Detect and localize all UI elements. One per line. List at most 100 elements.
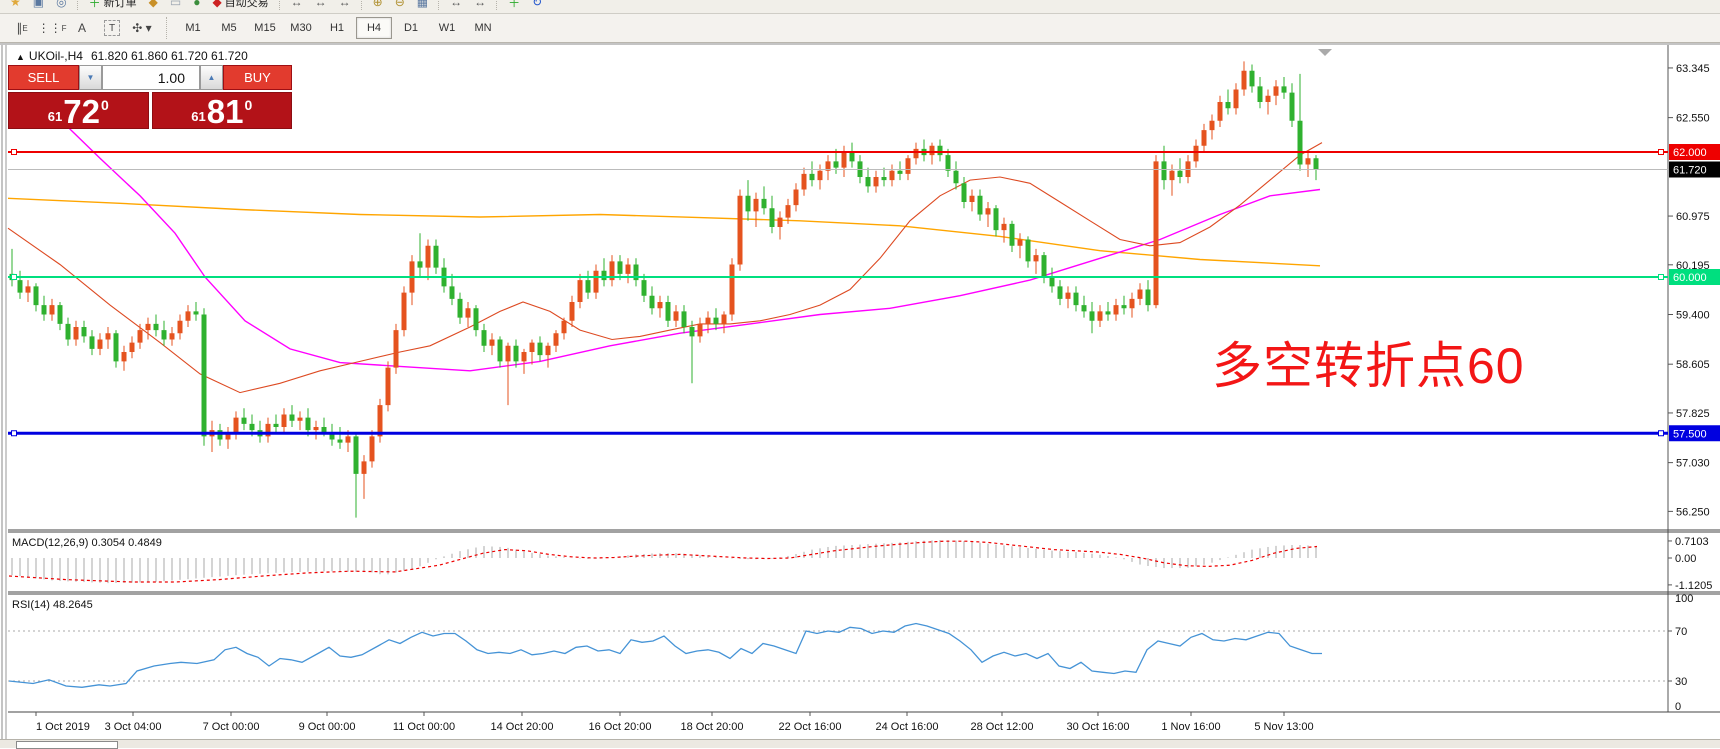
collapse-triangle-icon[interactable]: ▲ <box>16 52 25 62</box>
zoom-out-icon[interactable]: ⊖ <box>389 0 411 12</box>
sell-price-big: 72 <box>63 97 100 127</box>
autotrading-icon-label: 自动交易 <box>225 0 269 10</box>
market-icon[interactable]: ● <box>187 0 206 12</box>
toolbar-separator <box>279 0 281 10</box>
ma-slow-orange <box>8 198 1320 265</box>
sell-price-sup: 0 <box>101 97 109 113</box>
svg-text:22 Oct 16:00: 22 Oct 16:00 <box>779 721 842 733</box>
fibonacci-icon[interactable]: ⋮⋮F <box>38 17 66 39</box>
new-chart-icon[interactable]: ▣ <box>27 0 50 12</box>
svg-text:14 Oct 20:00: 14 Oct 20:00 <box>491 721 554 733</box>
sell-price-panel[interactable]: 61720 <box>8 92 149 129</box>
timeframe-mn[interactable]: MN <box>466 18 500 38</box>
macd-pane: 0.71030.00-1.1205 <box>9 536 1712 592</box>
svg-text:1 Oct 2019: 1 Oct 2019 <box>36 721 90 733</box>
drawing-toolbar: ∥E⋮⋮FAT✣ ▾ M1M5M15M30H1H4D1W1MN <box>0 14 1720 43</box>
svg-text:11 Oct 00:00: 11 Oct 00:00 <box>393 721 455 733</box>
zoom-in-icon: ⊕ <box>373 0 383 9</box>
equidistant-channel-icon[interactable]: ∥E <box>8 17 36 39</box>
timeframe-m5[interactable]: M5 <box>212 18 246 38</box>
svg-text:24 Oct 16:00: 24 Oct 16:00 <box>876 721 939 733</box>
refresh-icon: ↻ <box>532 0 542 9</box>
chart-text-annotation[interactable]: 多空转折点60 <box>1212 326 1525 398</box>
svg-text:0.7103: 0.7103 <box>1675 536 1709 548</box>
shift-chart-icon[interactable]: ↔ <box>444 0 468 12</box>
chart-window: 63.34562.55060.97560.19559.40058.60557.8… <box>0 43 1720 747</box>
svg-text:-1.1205: -1.1205 <box>1675 580 1712 592</box>
favorites-icon[interactable]: ★ <box>4 0 27 12</box>
mt4-window: ★▣◎＋新订单◆▭●◆自动交易↔↔↔⊕⊖▦↔↔＋↻ ∥E⋮⋮FAT✣ ▾ M1M… <box>0 0 1720 747</box>
volume-input[interactable]: 1.00 <box>102 65 200 90</box>
crosshair-icon[interactable]: ↔ <box>309 0 333 12</box>
svg-text:62.550: 62.550 <box>1676 113 1710 125</box>
volume-decrease-button[interactable]: ▼ <box>79 65 102 90</box>
timeframe-w1[interactable]: W1 <box>430 18 464 38</box>
search-icon: ◎ <box>56 0 66 9</box>
top-toolbar: ★ ▣ ◎ ＋新订单 ◆ ▭ ● ◆自动交易 ↔ ↔ ↔ ⊕ ⊖ ▦ ↔ ↔ ＋ ↻ <box>0 0 1720 14</box>
svg-text:100: 100 <box>1675 593 1693 605</box>
toolbar-separator <box>166 17 167 39</box>
timeframe-m15[interactable]: M15 <box>248 18 282 38</box>
tile-windows-icon[interactable]: ▦ <box>411 0 434 12</box>
new-order-icon: ＋ <box>89 0 101 11</box>
indicators-icon: ◆ <box>149 0 158 9</box>
svg-text:7 Oct 00:00: 7 Oct 00:00 <box>203 721 260 733</box>
autoscroll-icon[interactable]: ↔ <box>468 0 492 12</box>
volume-increase-button[interactable]: ▲ <box>200 65 223 90</box>
svg-text:59.400: 59.400 <box>1676 310 1710 322</box>
one-click-trading-widget: SELL ▼ 1.00 ▲ BUY 61720 61810 <box>8 65 292 129</box>
autotrading-icon[interactable]: ◆自动交易 <box>206 0 274 12</box>
add-icon[interactable]: ＋ <box>502 0 526 12</box>
arrows-icon[interactable]: ✣ ▾ <box>128 17 156 39</box>
tile-windows-icon: ▦ <box>417 0 428 9</box>
autoscroll-icon: ↔ <box>474 0 486 9</box>
favorites-icon: ★ <box>10 0 21 9</box>
scroll-marker-icon <box>1318 49 1332 56</box>
crosshair-icon: ↔ <box>315 0 327 9</box>
sell-button[interactable]: SELL <box>8 65 79 90</box>
buy-price-major: 61 <box>191 109 205 124</box>
svg-text:18 Oct 20:00: 18 Oct 20:00 <box>681 721 744 733</box>
toolbar-separator <box>361 0 363 10</box>
indicators-icon[interactable]: ◆ <box>143 0 164 12</box>
zoom-in-icon[interactable]: ⊕ <box>367 0 389 12</box>
hline-icon: ↔ <box>339 0 351 9</box>
symbol-name: UKOil-,H4 <box>29 49 83 63</box>
new-order-icon[interactable]: ＋新订单 <box>83 0 143 12</box>
rsi-indicator-label: RSI(14) 48.2645 <box>12 599 93 611</box>
svg-text:1 Nov 16:00: 1 Nov 16:00 <box>1161 721 1220 733</box>
svg-text:56.250: 56.250 <box>1676 506 1710 518</box>
zoom-out-icon: ⊖ <box>395 0 405 9</box>
search-icon[interactable]: ◎ <box>50 0 72 12</box>
buy-button[interactable]: BUY <box>223 65 292 90</box>
add-icon: ＋ <box>508 0 520 11</box>
timeframe-h4[interactable]: H4 <box>356 17 392 39</box>
svg-text:0: 0 <box>1675 701 1681 713</box>
timeframe-d1[interactable]: D1 <box>394 18 428 38</box>
timeframe-bar: M1M5M15M30H1H4D1W1MN <box>175 17 501 39</box>
timeframe-m1[interactable]: M1 <box>176 18 210 38</box>
price-axis: 63.34562.55060.97560.19559.40058.60557.8… <box>1668 63 1720 518</box>
chart-tab[interactable] <box>16 741 118 749</box>
timeframe-h1[interactable]: H1 <box>320 18 354 38</box>
buy-price-panel[interactable]: 61810 <box>152 92 293 129</box>
svg-text:62.000: 62.000 <box>1673 147 1707 159</box>
svg-text:57.500: 57.500 <box>1673 428 1707 440</box>
ohlc-values: 61.820 61.860 61.720 61.720 <box>91 49 248 63</box>
text-icon[interactable]: A <box>68 17 96 39</box>
svg-text:9 Oct 00:00: 9 Oct 00:00 <box>299 721 356 733</box>
buy-price-sup: 0 <box>244 97 252 113</box>
svg-text:60.000: 60.000 <box>1673 272 1707 284</box>
market-icon: ● <box>193 0 200 9</box>
cursor-icon[interactable]: ↔ <box>285 0 309 12</box>
svg-text:63.345: 63.345 <box>1676 63 1710 75</box>
hline-icon[interactable]: ↔ <box>333 0 357 12</box>
text-label-icon[interactable]: T <box>98 17 126 39</box>
refresh-icon[interactable]: ↻ <box>526 0 548 12</box>
inbox-icon[interactable]: ▭ <box>164 0 187 12</box>
svg-text:58.605: 58.605 <box>1676 359 1710 371</box>
timeframe-m30[interactable]: M30 <box>284 18 318 38</box>
candles <box>10 61 1319 517</box>
symbol-header: ▲ UKOil-,H4 61.820 61.860 61.720 61.720 <box>16 49 248 63</box>
inbox-icon: ▭ <box>170 0 181 9</box>
